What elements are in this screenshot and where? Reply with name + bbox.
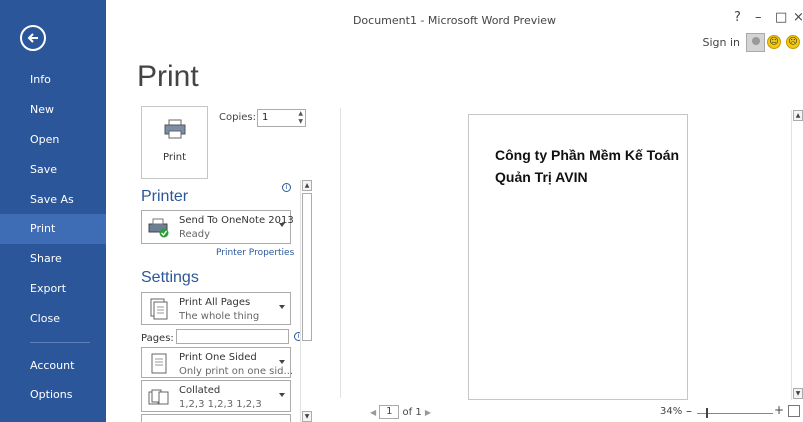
scroll-up-icon[interactable]: ▲ [793, 110, 803, 121]
print-button-label: Print [162, 152, 186, 163]
sign-in-link[interactable]: Sign in [702, 36, 740, 49]
nav-item-close[interactable]: Close [0, 304, 106, 334]
copies-value: 1 [262, 112, 269, 123]
nav-item-new[interactable]: New [0, 95, 106, 125]
nav-item-account[interactable]: Account [0, 351, 106, 381]
frown-icon[interactable]: ☹ [786, 35, 800, 49]
nav-item-open[interactable]: Open [0, 125, 106, 155]
sides-dropdown[interactable]: Print One Sided Only print on one sid... [141, 347, 294, 378]
zoom-slider-thumb[interactable] [706, 408, 708, 418]
close-button[interactable]: × [793, 10, 803, 26]
next-setting-dropdown[interactable] [141, 414, 291, 422]
page-number-input[interactable]: 1 [379, 405, 400, 419]
collation-sub: 1,2,3 1,2,3 1,2,3 [179, 399, 262, 410]
sides-sub: Only print on one sid... [179, 366, 294, 377]
sides-main: Print One Sided [179, 352, 257, 363]
printer-section-title: Printer [141, 188, 189, 205]
printer-status: Ready [179, 229, 211, 240]
info-icon[interactable]: i [282, 183, 291, 192]
nav-item-info[interactable]: Info [0, 65, 106, 95]
printer-dropdown[interactable]: Send To OneNote 2013 Ready [141, 210, 294, 244]
prev-page-icon[interactable]: ◀ [370, 408, 376, 417]
zoom-in-icon[interactable]: + [774, 403, 784, 417]
avatar[interactable] [746, 33, 765, 52]
settings-section-title: Settings [141, 269, 199, 286]
nav-item-export[interactable]: Export [0, 274, 106, 304]
nav-divider [30, 342, 90, 343]
print-range-sub: The whole thing [179, 311, 260, 322]
printer-ready-icon [148, 218, 169, 238]
copies-label: Copies: [219, 112, 256, 123]
word-print-backstage: Info New Open Save Save As Print Share E… [0, 0, 803, 422]
scroll-up-icon[interactable]: ▲ [302, 180, 312, 191]
printer-name: Send To OneNote 2013 [179, 215, 294, 226]
pane-divider [340, 108, 341, 398]
print-range-dropdown[interactable]: Print All Pages The whole thing [141, 292, 291, 325]
nav-item-share[interactable]: Share [0, 244, 106, 274]
one-sided-icon [151, 353, 167, 374]
back-arrow-icon[interactable] [20, 25, 46, 51]
zoom-level[interactable]: 34% [660, 406, 682, 417]
help-button[interactable]: ? [734, 10, 741, 26]
zoom-out-icon[interactable]: – [686, 404, 692, 418]
minimize-button[interactable]: – [755, 10, 762, 26]
printer-properties-link[interactable]: Printer Properties [216, 248, 294, 258]
printer-icon [164, 119, 186, 139]
preview-scrollbar[interactable]: ▲ ▼ [791, 110, 803, 400]
chevron-down-icon [279, 223, 285, 227]
print-button[interactable]: Print [141, 106, 208, 179]
chevron-down-icon [279, 305, 285, 309]
collated-icon [148, 389, 169, 405]
backstage-nav: Info New Open Save Save As Print Share E… [0, 0, 106, 422]
next-page-icon[interactable]: ▶ [425, 408, 431, 417]
fit-page-icon[interactable] [788, 405, 800, 417]
pages-input[interactable] [176, 329, 289, 344]
smile-icon[interactable]: ☺ [767, 35, 781, 49]
title-bar: Document1 - Microsoft Word Preview ? – □… [106, 0, 803, 50]
page-count: of 1 [402, 407, 422, 418]
chevron-down-icon [279, 393, 285, 397]
nav-item-save[interactable]: Save [0, 155, 106, 185]
scroll-down-icon[interactable]: ▼ [793, 388, 803, 399]
collation-dropdown[interactable]: Collated 1,2,3 1,2,3 1,2,3 [141, 380, 291, 412]
pages-icon [150, 298, 168, 320]
nav-item-save-as[interactable]: Save As [0, 185, 106, 215]
zoom-slider[interactable] [697, 413, 773, 414]
settings-scrollbar[interactable]: ▲ ▼ [300, 180, 312, 422]
collation-main: Collated [179, 385, 221, 396]
print-range-main: Print All Pages [179, 297, 251, 308]
copies-stepper[interactable]: 1 ▲ ▼ [257, 109, 306, 127]
page-navigator: ◀ 1 of 1 ▶ [370, 405, 431, 419]
chevron-down-icon [279, 360, 285, 364]
document-text: Công ty Phần Mềm Kế Toán Quản Trị AVIN [495, 147, 680, 185]
scroll-down-icon[interactable]: ▼ [302, 411, 312, 422]
page-title: Print [137, 60, 199, 93]
pages-label: Pages: [141, 333, 174, 344]
spin-arrows-icon[interactable]: ▲ ▼ [298, 110, 303, 126]
nav-item-print[interactable]: Print [0, 214, 106, 244]
maximize-button[interactable]: □ [775, 10, 787, 26]
nav-item-options[interactable]: Options [0, 380, 106, 410]
scroll-thumb[interactable] [302, 193, 312, 341]
preview-page: Công ty Phần Mềm Kế Toán Quản Trị AVIN [468, 114, 688, 400]
window-title: Document1 - Microsoft Word Preview [352, 14, 557, 27]
